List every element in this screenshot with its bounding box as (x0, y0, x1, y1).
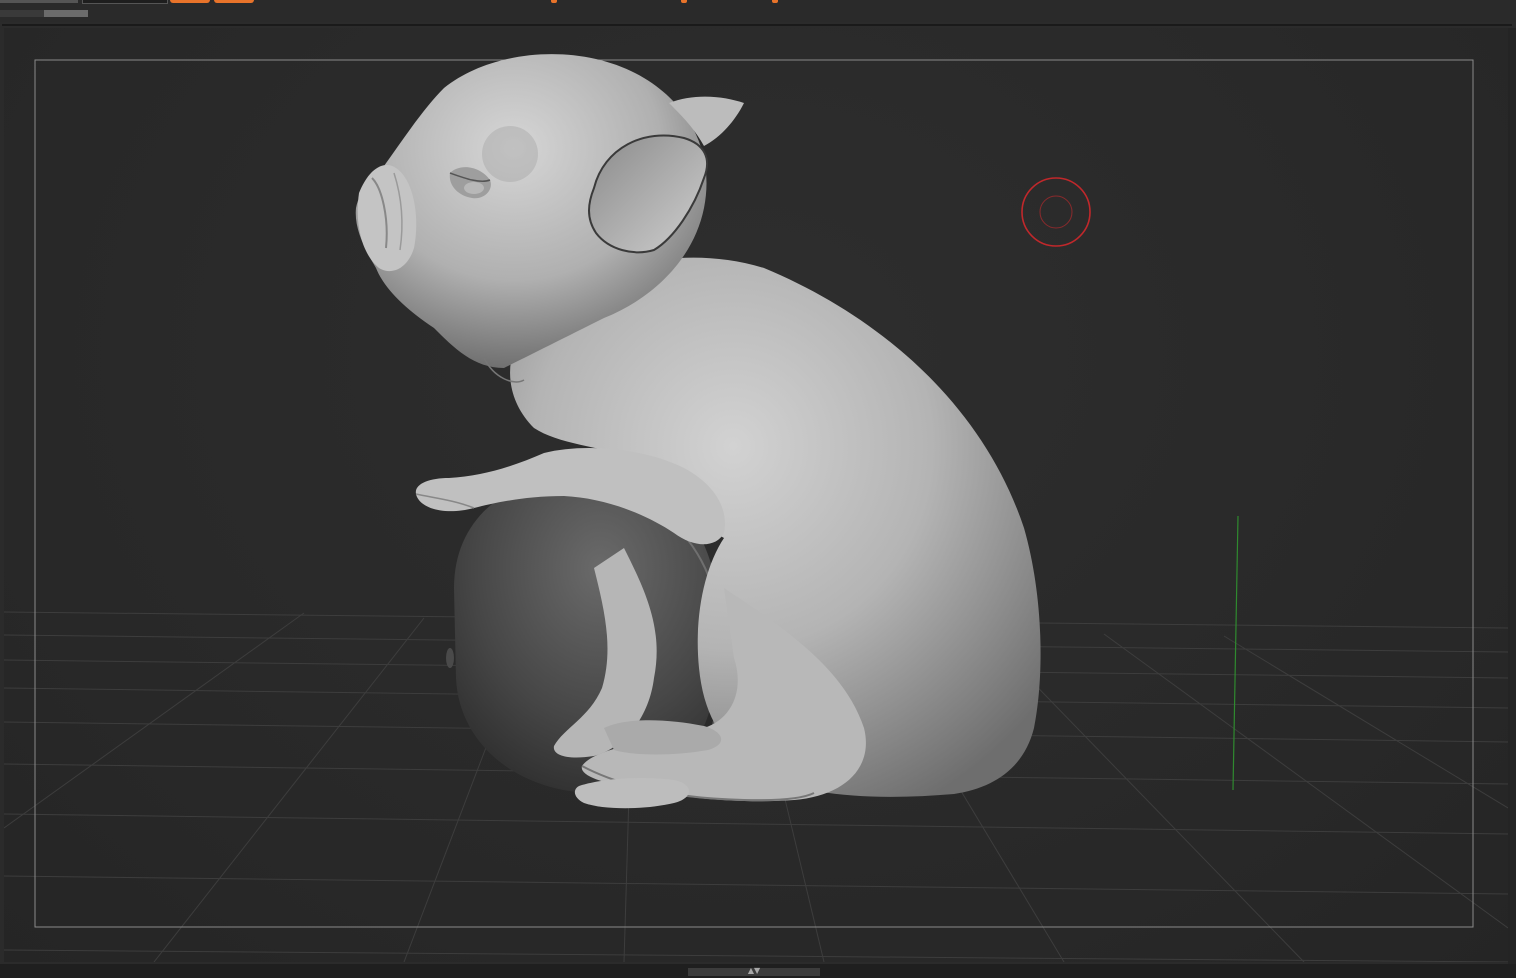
orange-marker-1[interactable] (551, 0, 557, 3)
orange-toggle-button-1[interactable] (170, 0, 210, 3)
tab-active[interactable] (0, 0, 78, 3)
bottom-shelf-handle[interactable]: ▲▼ (688, 966, 820, 978)
side-scrollbar[interactable] (1508, 28, 1516, 964)
orange-toggle-button-2[interactable] (214, 0, 254, 3)
orange-marker-3[interactable] (772, 0, 778, 3)
orange-marker-2[interactable] (681, 0, 687, 3)
progress-fill (44, 10, 88, 17)
brush-cursor (1021, 177, 1091, 247)
top-toolbar (0, 0, 1516, 22)
up-down-arrows-icon[interactable]: ▲▼ (742, 966, 766, 978)
tab-inactive[interactable] (82, 0, 168, 4)
3d-viewport[interactable] (4, 28, 1508, 962)
viewport-scene (4, 54, 1508, 962)
y-axis-line (1232, 515, 1239, 791)
progress-track (0, 10, 88, 17)
